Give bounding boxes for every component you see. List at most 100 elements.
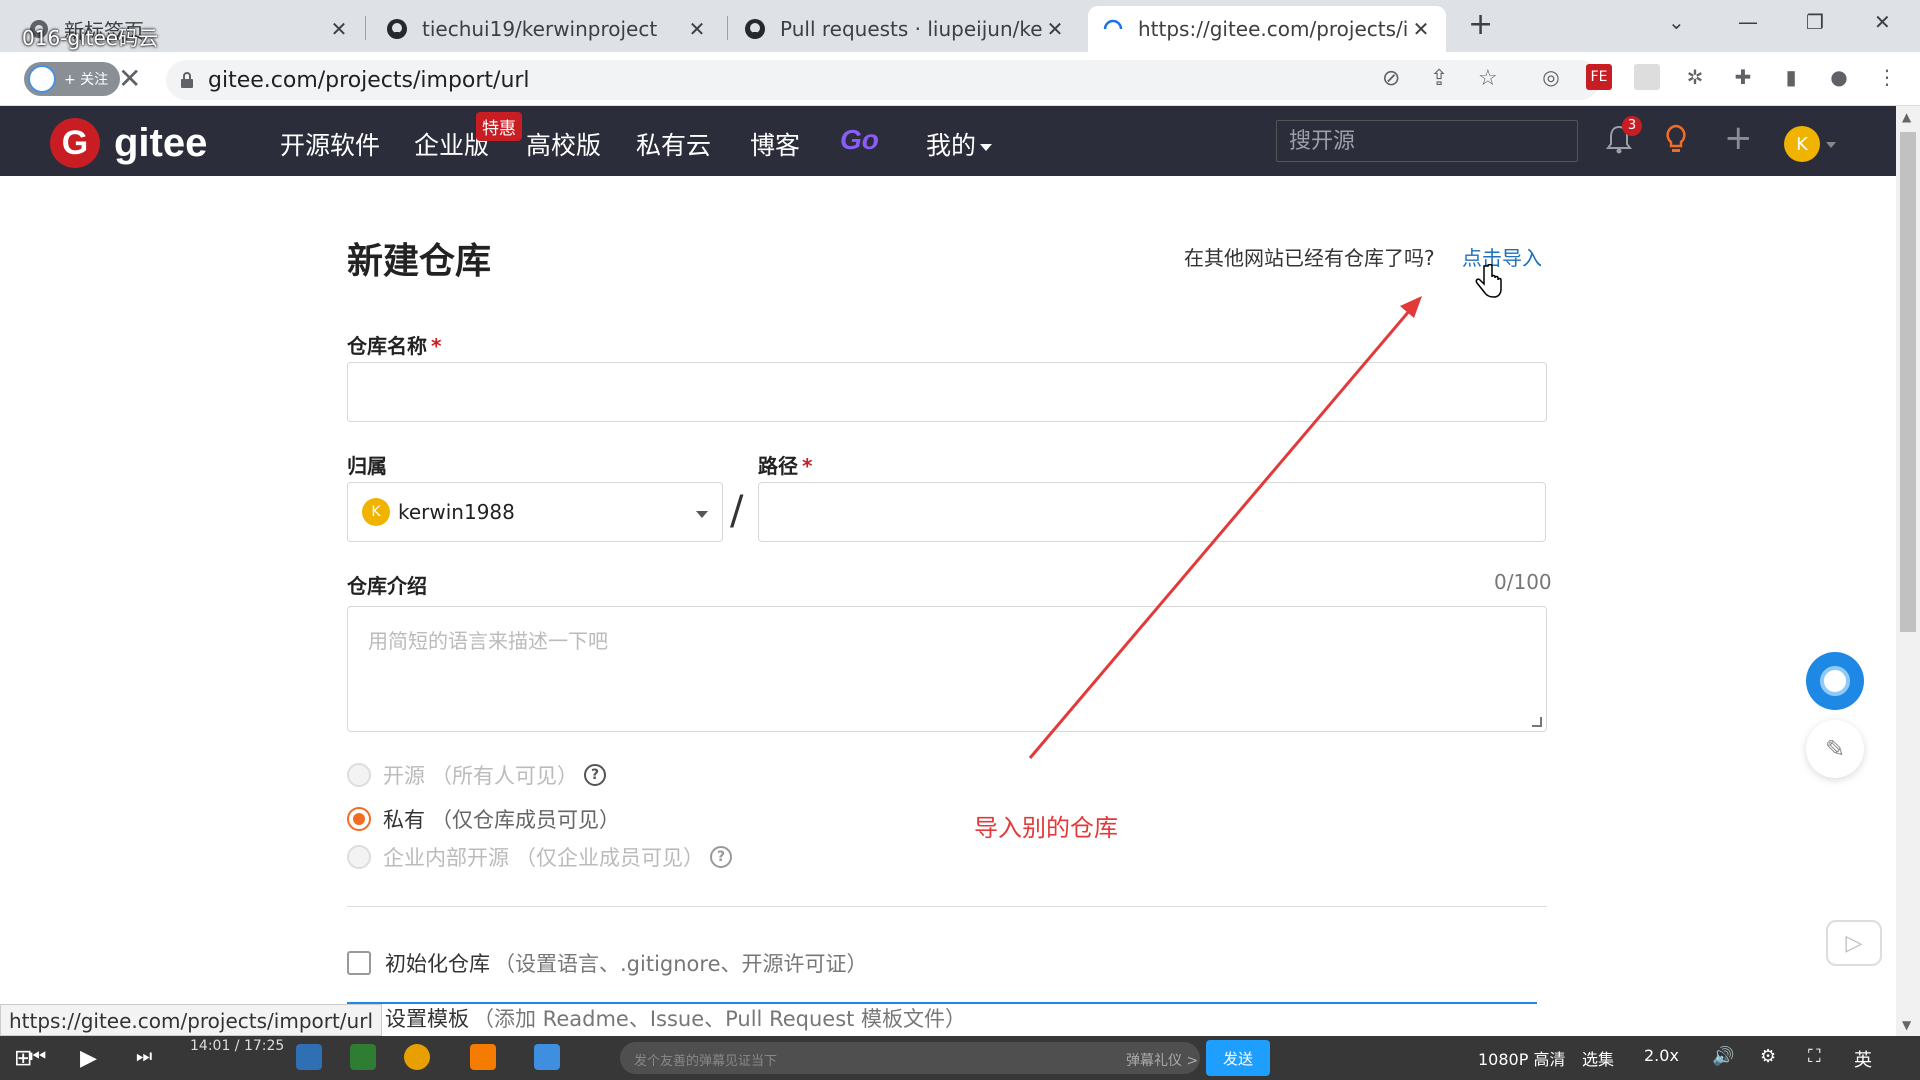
- browser-tab-pull-requests[interactable]: Pull requests · liupeijun/kerwi ✕: [730, 6, 1080, 52]
- path-input[interactable]: [758, 482, 1546, 542]
- tracking-protection-icon[interactable]: ⊘: [1382, 66, 1400, 91]
- extension-camera-icon[interactable]: ◎: [1538, 64, 1564, 90]
- github-icon: [386, 18, 408, 40]
- close-window-icon[interactable]: ✕: [1874, 10, 1891, 34]
- gitee-logo[interactable]: G gitee: [50, 118, 207, 168]
- search-input[interactable]: [1276, 120, 1578, 162]
- intro-char-counter: 0/100: [1494, 570, 1552, 594]
- help-icon[interactable]: ?: [584, 764, 606, 786]
- nav-mine-label: 我的: [926, 131, 977, 160]
- chevron-down-icon[interactable]: [1826, 142, 1836, 148]
- prev-icon[interactable]: ⏮: [30, 1046, 46, 1067]
- new-tab-button[interactable]: +: [1468, 10, 1493, 40]
- scroll-up-icon[interactable]: ▲: [1902, 110, 1911, 124]
- tv-play-icon[interactable]: ▷: [1826, 920, 1882, 966]
- user-avatar[interactable]: K: [1784, 126, 1820, 162]
- owner-select[interactable]: K kerwin1988: [347, 482, 723, 542]
- init-repo-note: （设置语言、.gitignore、开源许可证）: [494, 952, 868, 976]
- extension-bug-icon[interactable]: ✲: [1682, 64, 1708, 90]
- chrome-taskbar-icon[interactable]: [404, 1044, 430, 1070]
- feedback-edit-icon[interactable]: ✎: [1806, 720, 1864, 778]
- video-player-bar: ⊞ ⏮ ▶ ⏭ 14:01 / 17:25 发个友善的弹幕见证当下 弹幕礼仪 >…: [0, 1036, 1920, 1080]
- visibility-private[interactable]: 私有 （仅仓库成员可见）: [347, 804, 620, 834]
- browser-tab-kerwinproject[interactable]: tiechui19/kerwinproject ✕: [372, 6, 722, 52]
- danmaku-etiquette-link[interactable]: 弹幕礼仪 >: [1126, 1050, 1198, 1070]
- gitee-header: G gitee 开源软件 企业版 特惠 高校版 私有云 博客 Go 我的 3 +…: [0, 106, 1896, 176]
- tab-close-icon[interactable]: ✕: [328, 17, 350, 41]
- path-label-text: 路径: [758, 454, 798, 478]
- volume-icon[interactable]: 🔊: [1712, 1046, 1734, 1067]
- extensions-puzzle-icon[interactable]: ✚: [1730, 64, 1756, 90]
- assistant-icon: [1820, 666, 1850, 696]
- resize-handle-icon[interactable]: [1532, 717, 1542, 727]
- help-icon[interactable]: ?: [710, 846, 732, 868]
- ime-indicator: 英: [1854, 1050, 1872, 1071]
- settings-gear-icon[interactable]: ⚙: [1760, 1046, 1776, 1067]
- nav-mine[interactable]: 我的: [926, 126, 993, 162]
- side-panel-icon[interactable]: ▮: [1778, 64, 1804, 90]
- nav-go[interactable]: Go: [840, 124, 879, 156]
- tab-close-icon[interactable]: ✕: [1410, 17, 1432, 41]
- radio-private[interactable]: [347, 807, 371, 831]
- app-icon[interactable]: [296, 1044, 322, 1070]
- profile-icon[interactable]: ●: [1826, 64, 1852, 90]
- send-danmaku-button[interactable]: 发送: [1206, 1040, 1270, 1076]
- speed-button[interactable]: 2.0x: [1644, 1046, 1679, 1065]
- tab-title: tiechui19/kerwinproject: [422, 17, 658, 41]
- follow-label: + 关注: [64, 72, 109, 88]
- play-icon[interactable]: ▶: [80, 1046, 97, 1071]
- github-icon: [744, 18, 766, 40]
- intro-placeholder: 用简短的语言来描述一下吧: [368, 629, 608, 653]
- tab-close-icon[interactable]: ✕: [686, 17, 708, 41]
- visibility-label: 企业内部开源: [383, 846, 509, 870]
- folder-icon[interactable]: [534, 1044, 560, 1070]
- path-label: 路径 *: [758, 450, 812, 479]
- episodes-button[interactable]: 选集: [1582, 1046, 1614, 1070]
- danmaku-input[interactable]: 发个友善的弹幕见证当下: [620, 1042, 1200, 1074]
- sublime-icon[interactable]: [470, 1044, 496, 1070]
- tab-search-icon[interactable]: ⌄: [1668, 10, 1685, 34]
- scroll-down-icon[interactable]: ▼: [1902, 1018, 1911, 1032]
- quality-button[interactable]: 1080P 高清: [1478, 1046, 1565, 1070]
- owner-label: 归属: [347, 454, 387, 478]
- tab-close-icon[interactable]: ✕: [1044, 17, 1066, 41]
- bookmark-star-icon[interactable]: ☆: [1478, 66, 1498, 91]
- share-icon[interactable]: ⇪: [1430, 66, 1448, 91]
- browser-menu-icon[interactable]: ⋮: [1874, 64, 1900, 90]
- minimize-icon[interactable]: —: [1738, 10, 1758, 34]
- app-icon[interactable]: [350, 1044, 376, 1070]
- assistant-button[interactable]: [1806, 652, 1864, 710]
- nav-blog[interactable]: 博客: [750, 126, 800, 162]
- create-plus-icon[interactable]: +: [1724, 118, 1753, 158]
- channel-avatar: [28, 65, 56, 93]
- chevron-down-icon: [696, 511, 708, 518]
- radio-open-source: [347, 763, 371, 787]
- intro-textarea[interactable]: 用简短的语言来描述一下吧: [347, 606, 1547, 732]
- path-separator: /: [730, 488, 744, 534]
- template-option[interactable]: 设置模板 （添加 Readme、Issue、Pull Request 模板文件）: [347, 1003, 966, 1033]
- init-repo-option[interactable]: 初始化仓库 （设置语言、.gitignore、开源许可证）: [347, 948, 868, 978]
- scrollbar-thumb[interactable]: [1900, 132, 1916, 632]
- tab-title: Pull requests · liupeijun/kerwi: [780, 17, 1044, 41]
- nav-open-source[interactable]: 开源软件: [280, 126, 380, 162]
- repo-name-input[interactable]: [347, 362, 1547, 422]
- intro-label: 仓库介绍: [347, 574, 427, 598]
- follow-button[interactable]: + 关注: [24, 62, 120, 96]
- repo-name-label: 仓库名称 *: [347, 330, 441, 359]
- extension-grey-icon[interactable]: [1634, 64, 1660, 90]
- init-repo-label: 初始化仓库: [385, 952, 490, 976]
- fullscreen-icon[interactable]: ⛶: [1808, 1046, 1821, 1067]
- radio-enterprise: [347, 845, 371, 869]
- extension-fe-icon[interactable]: FE: [1586, 64, 1612, 90]
- init-repo-checkbox[interactable]: [347, 951, 371, 975]
- nav-private-cloud[interactable]: 私有云: [636, 126, 711, 162]
- stop-loading-icon[interactable]: ✕: [118, 62, 141, 95]
- nav-education[interactable]: 高校版: [526, 126, 601, 162]
- browser-tab-gitee-import[interactable]: https://gitee.com/projects/im ✕: [1088, 6, 1446, 52]
- restore-icon[interactable]: ❐: [1806, 10, 1824, 34]
- template-note: （添加 Readme、Issue、Pull Request 模板文件）: [473, 1007, 967, 1031]
- next-icon[interactable]: ⏭: [136, 1046, 152, 1067]
- page-scrollbar[interactable]: ▲ ▼: [1896, 106, 1920, 1036]
- gitee-logo-text: gitee: [114, 120, 208, 165]
- lightbulb-icon[interactable]: [1664, 124, 1688, 156]
